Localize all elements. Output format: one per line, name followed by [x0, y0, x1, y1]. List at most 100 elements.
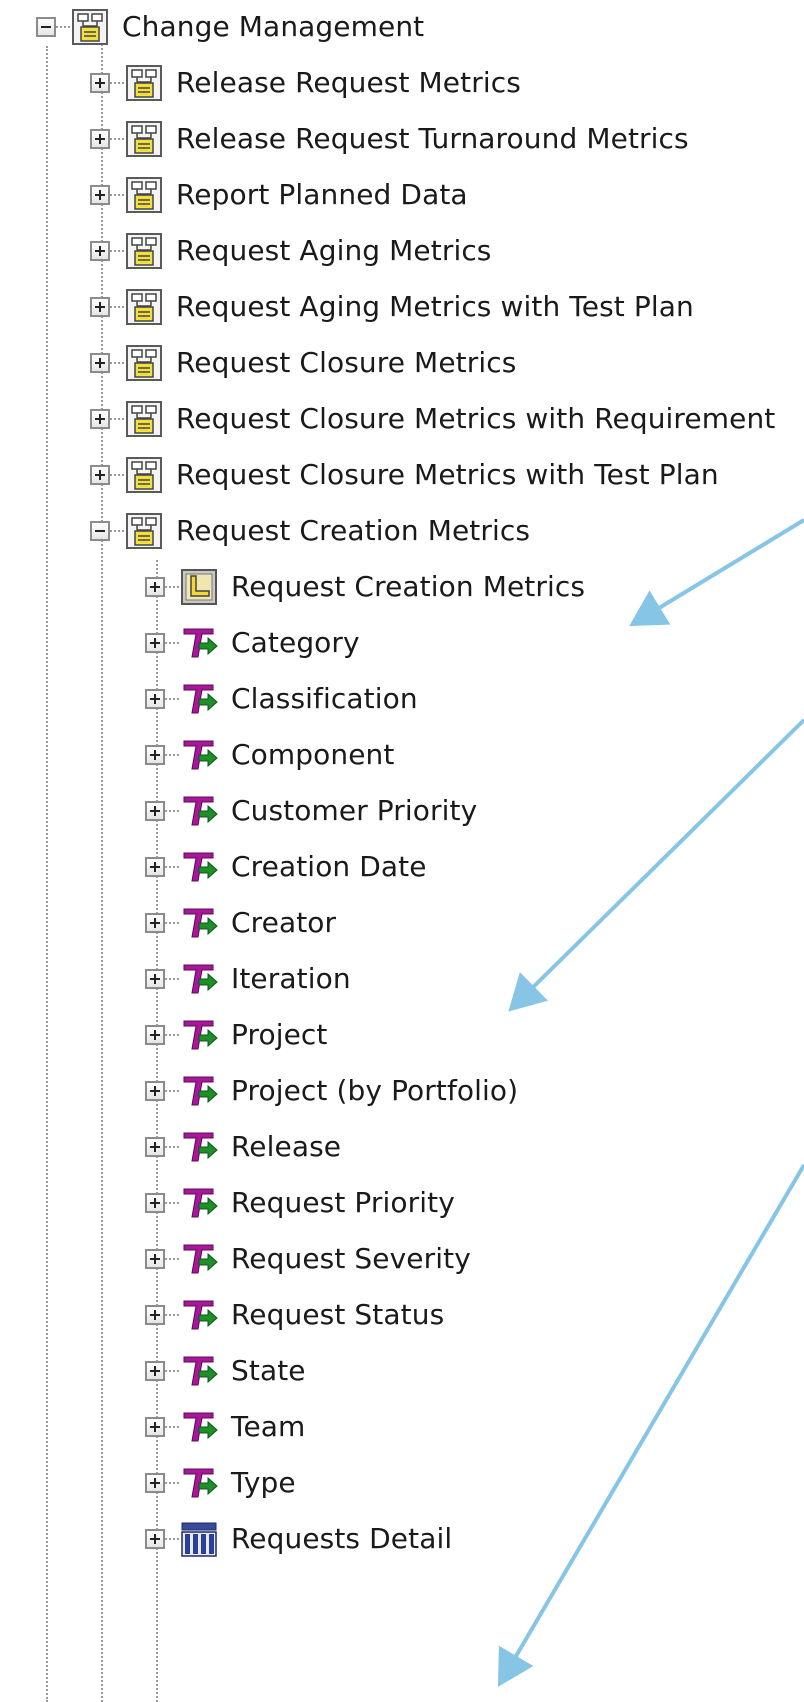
- dimension-icon: [179, 791, 219, 831]
- dimension-icon: [179, 735, 219, 775]
- tree-subitem-dimension[interactable]: Iteration: [145, 957, 351, 1001]
- dimension-icon: [179, 623, 219, 663]
- dimension-icon: [179, 1295, 219, 1335]
- tree-item-label: Requests Detail: [231, 1522, 453, 1555]
- dimension-icon: [179, 959, 219, 999]
- tree-item-label: Request Severity: [231, 1242, 471, 1275]
- expand-toggle-icon[interactable]: [145, 577, 165, 597]
- expand-toggle-icon[interactable]: [145, 689, 165, 709]
- tree-subitem-dimension[interactable]: Creator: [145, 901, 336, 945]
- tree-subitem-dimension[interactable]: Release: [145, 1125, 341, 1169]
- tree-subitem-measure-group[interactable]: Request Creation Metrics: [145, 565, 585, 609]
- tree-subitem-dimension[interactable]: Request Priority: [145, 1181, 455, 1225]
- expand-toggle-icon[interactable]: [145, 1025, 165, 1045]
- tree-item-label: Project (by Portfolio): [231, 1074, 519, 1107]
- tree-item-label: Report Planned Data: [176, 178, 468, 211]
- tree-item-label: Request Closure Metrics: [176, 346, 517, 379]
- dimension-icon: [179, 903, 219, 943]
- expand-toggle-icon[interactable]: [145, 969, 165, 989]
- tree-item-change-management[interactable]: Change Management: [36, 5, 424, 49]
- tree-subitem-table[interactable]: Requests Detail: [145, 1517, 452, 1561]
- expand-toggle-icon[interactable]: [90, 409, 110, 429]
- cube-folder-icon: [124, 119, 164, 159]
- tree-item-label: Request Creation Metrics: [176, 514, 531, 547]
- expand-toggle-icon[interactable]: [145, 1137, 165, 1157]
- expand-toggle-icon[interactable]: [145, 1081, 165, 1101]
- tree-item[interactable]: Request Closure Metrics with Requirement: [90, 397, 775, 441]
- dimension-icon: [179, 1239, 219, 1279]
- cube-folder-icon: [124, 343, 164, 383]
- table-icon: [179, 1519, 219, 1559]
- tree-item[interactable]: Request Aging Metrics with Test Plan: [90, 285, 694, 329]
- expand-toggle-icon[interactable]: [90, 297, 110, 317]
- tree-subitem-dimension[interactable]: Request Status: [145, 1293, 444, 1337]
- tree-item-label: Request Closure Metrics with Requirement: [176, 402, 776, 435]
- dimension-icon: [179, 1071, 219, 1111]
- collapse-toggle-icon[interactable]: [36, 17, 56, 37]
- tree-item-label: Change Management: [122, 10, 425, 43]
- tree-subitem-dimension[interactable]: State: [145, 1349, 306, 1393]
- tree-item-label: Creation Date: [231, 850, 427, 883]
- expand-toggle-icon[interactable]: [145, 1305, 165, 1325]
- expand-toggle-icon[interactable]: [145, 801, 165, 821]
- tree-item-label: Customer Priority: [231, 794, 478, 827]
- expand-toggle-icon[interactable]: [145, 633, 165, 653]
- tree-subitem-dimension[interactable]: Type: [145, 1461, 296, 1505]
- tree-subitem-dimension[interactable]: Project (by Portfolio): [145, 1069, 518, 1113]
- tree-item[interactable]: Request Aging Metrics: [90, 229, 492, 273]
- expand-toggle-icon[interactable]: [145, 1417, 165, 1437]
- collapse-toggle-icon[interactable]: [90, 521, 110, 541]
- expand-toggle-icon[interactable]: [145, 1361, 165, 1381]
- tree-subitem-dimension[interactable]: Component: [145, 733, 394, 777]
- dimension-icon: [179, 1127, 219, 1167]
- tree-item-label: Release Request Turnaround Metrics: [176, 122, 689, 155]
- tree-item-label: Request Creation Metrics: [231, 570, 586, 603]
- expand-toggle-icon[interactable]: [145, 1473, 165, 1493]
- tree-subitem-dimension[interactable]: Project: [145, 1013, 328, 1057]
- expand-toggle-icon[interactable]: [90, 241, 110, 261]
- tree-item-label: Type: [231, 1466, 296, 1499]
- tree-item-label: Project: [231, 1018, 328, 1051]
- tree-item[interactable]: Release Request Turnaround Metrics: [90, 117, 689, 161]
- tree-item[interactable]: Report Planned Data: [90, 173, 468, 217]
- tree-view: Change Management Release Request Metric…: [0, 0, 804, 1702]
- tree-subitem-dimension[interactable]: Request Severity: [145, 1237, 471, 1281]
- tree-subitem-dimension[interactable]: Category: [145, 621, 360, 665]
- expand-toggle-icon[interactable]: [145, 857, 165, 877]
- tree-item-label: Category: [231, 626, 360, 659]
- dimension-icon: [179, 1351, 219, 1391]
- dimension-icon: [179, 847, 219, 887]
- expand-toggle-icon[interactable]: [145, 745, 165, 765]
- tree-subitem-dimension[interactable]: Customer Priority: [145, 789, 477, 833]
- tree-subitem-dimension[interactable]: Classification: [145, 677, 418, 721]
- cube-folder-icon: [124, 175, 164, 215]
- cube-folder-icon: [124, 511, 164, 551]
- expand-toggle-icon[interactable]: [145, 1193, 165, 1213]
- tree-item-label: Creator: [231, 906, 337, 939]
- tree-item-label: State: [231, 1354, 306, 1387]
- dimension-icon: [179, 1183, 219, 1223]
- tree-item[interactable]: Request Closure Metrics: [90, 341, 516, 385]
- tree-subitem-dimension[interactable]: Team: [145, 1405, 305, 1449]
- expand-toggle-icon[interactable]: [90, 185, 110, 205]
- expand-toggle-icon[interactable]: [145, 1529, 165, 1549]
- tree-item-label: Component: [231, 738, 395, 771]
- tree-item[interactable]: Request Closure Metrics with Test Plan: [90, 453, 719, 497]
- tree-item-label: Release: [231, 1130, 342, 1163]
- expand-toggle-icon[interactable]: [90, 465, 110, 485]
- tree-item-label: Team: [231, 1410, 306, 1443]
- tree-item-label: Iteration: [231, 962, 351, 995]
- dimension-icon: [179, 1407, 219, 1447]
- tree-item-label: Request Status: [231, 1298, 445, 1331]
- expand-toggle-icon[interactable]: [145, 1249, 165, 1269]
- measure-group-icon: [179, 567, 219, 607]
- expand-toggle-icon[interactable]: [90, 353, 110, 373]
- expand-toggle-icon[interactable]: [90, 129, 110, 149]
- tree-subitem-dimension[interactable]: Creation Date: [145, 845, 427, 889]
- tree-item-request-creation-metrics[interactable]: Request Creation Metrics: [90, 509, 530, 553]
- expand-toggle-icon[interactable]: [90, 73, 110, 93]
- tree-item-label: Classification: [231, 682, 418, 715]
- cube-folder-icon: [124, 63, 164, 103]
- tree-item[interactable]: Release Request Metrics: [90, 61, 521, 105]
- expand-toggle-icon[interactable]: [145, 913, 165, 933]
